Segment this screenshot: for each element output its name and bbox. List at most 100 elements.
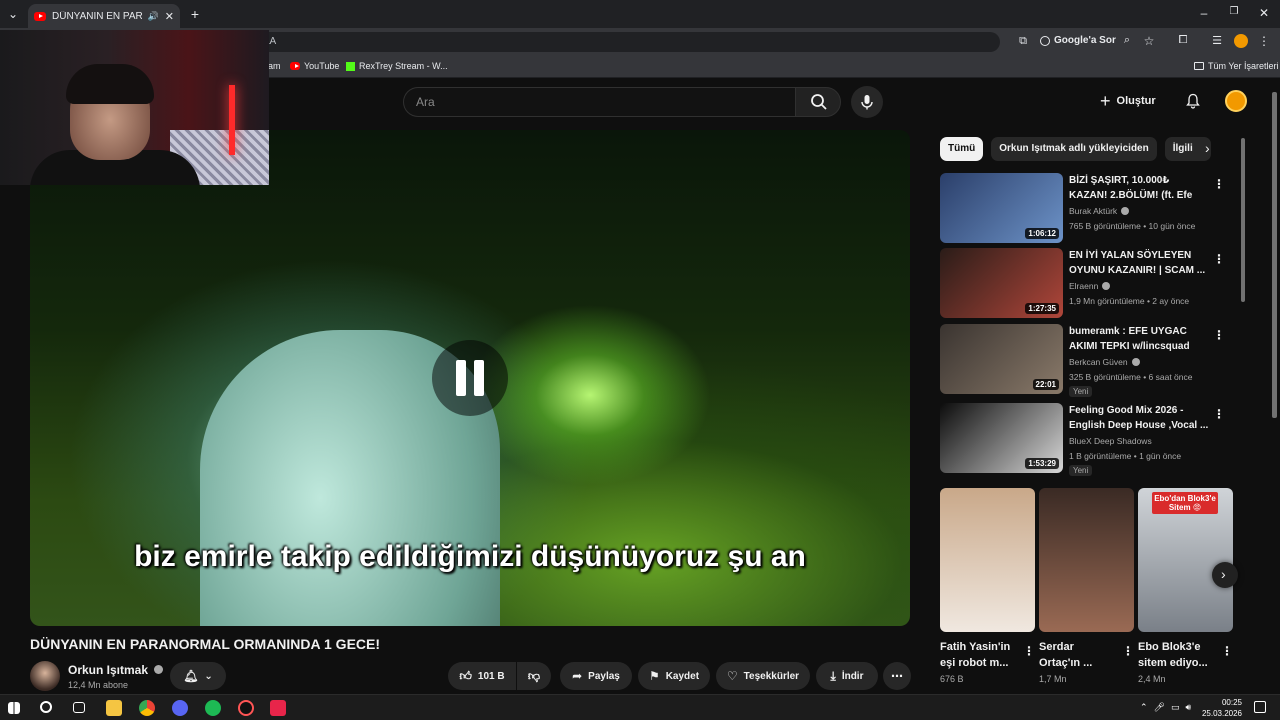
window-close-icon[interactable]: ✕ (1256, 6, 1272, 20)
channel-avatar[interactable] (30, 661, 60, 691)
short-video[interactable]: Ebo'dan Blok3'e Sitem 😡 Ebo Blok3'e sitem… (1138, 488, 1233, 684)
app-red-taskbar-icon[interactable] (270, 700, 286, 716)
windows-start-icon[interactable] (8, 702, 20, 714)
more-options-icon[interactable]: ⋮ (1122, 644, 1134, 658)
tab-close-icon[interactable]: ✕ (165, 10, 174, 23)
channel-name[interactable]: Elraenn (1069, 281, 1111, 291)
search-input[interactable]: Ara (403, 87, 795, 117)
video-meta: 1,9 Mn görüntüleme • 2 ay önce (1069, 296, 1190, 306)
shorts-next-button[interactable]: › (1212, 562, 1238, 588)
like-button[interactable]: 👍︎ 101 B (448, 662, 516, 690)
dislike-button[interactable]: 👎︎ (517, 662, 551, 690)
short-thumbnail[interactable] (1039, 488, 1134, 632)
short-video[interactable]: Fatih Yasin'in eşi robot m... 676 B ⋮ (940, 488, 1035, 684)
video-title[interactable]: bumeramk : EFE UYGAC AKIMI TEPKI w/lincs… (1069, 324, 1209, 354)
notification-center-icon[interactable] (1254, 701, 1266, 713)
bookmark-label: YouTube (304, 61, 340, 71)
new-tab-plus-icon[interactable]: + (188, 6, 202, 22)
more-options-icon[interactable]: ⋮ (1213, 407, 1225, 421)
share-button[interactable]: ➦ Paylaş (560, 662, 632, 690)
task-view-icon[interactable] (73, 702, 85, 713)
clock-date: 25.03.2026 (1201, 709, 1242, 718)
account-avatar[interactable] (1225, 90, 1247, 112)
more-options-icon[interactable]: ⋮ (1023, 644, 1035, 658)
google-ask-button[interactable]: Google'a Sor (1040, 35, 1116, 46)
create-button[interactable]: + Oluştur (1100, 88, 1174, 114)
profile-avatar-icon[interactable] (1234, 34, 1248, 48)
zoom-icon[interactable]: ⌕ (1120, 34, 1134, 47)
chip-from-uploader[interactable]: Orkun Işıtmak adlı yükleyiciden (991, 137, 1157, 161)
bookmark-item-youtube[interactable]: YouTube (290, 61, 339, 71)
video-thumbnail[interactable]: 1:06:12 (940, 173, 1063, 243)
recommended-video[interactable]: 1:06:12 BİZİ ŞAŞIRT, 10.000₺ KAZAN! 2.BÖL… (940, 173, 1230, 243)
short-views: 1,7 Mn (1039, 674, 1067, 684)
taskbar-search-icon[interactable] (40, 701, 52, 713)
subscription-notifications-button[interactable]: 🔔︎ ⌄ (170, 662, 226, 690)
chip-all[interactable]: Tümü (940, 137, 984, 161)
pause-button[interactable] (432, 340, 508, 416)
tab-audio-icon[interactable]: 🔊 (148, 11, 159, 22)
thanks-button[interactable]: ♡ Teşekkürler (716, 662, 810, 690)
discord-taskbar-icon[interactable] (172, 700, 188, 716)
video-title[interactable]: BİZİ ŞAŞIRT, 10.000₺ KAZAN! 2.BÖLÜM! (ft… (1069, 173, 1209, 203)
channel-name[interactable]: BlueX Deep Shadows (1069, 436, 1152, 446)
spotify-taskbar-icon[interactable] (205, 700, 221, 716)
page-scrollbar[interactable] (1272, 92, 1277, 418)
install-app-icon[interactable]: ⧉ (1016, 35, 1030, 48)
channel-name[interactable]: Berkcan Güven (1069, 357, 1140, 367)
file-explorer-icon[interactable] (106, 700, 122, 716)
app-taskbar-icon[interactable] (238, 700, 254, 716)
short-title[interactable]: Fatih Yasin'in eşi robot m... (940, 639, 1018, 671)
chips-next-chevron-icon[interactable]: › (1205, 140, 1210, 156)
video-thumbnail[interactable]: 1:27:35 (940, 248, 1063, 318)
video-thumbnail[interactable]: 22:01 (940, 324, 1063, 394)
more-actions-button[interactable]: ⋯ (883, 662, 911, 690)
plus-icon: + (1100, 90, 1111, 111)
recommended-video[interactable]: 1:53:29 Feeling Good Mix 2026 - English D… (940, 403, 1230, 476)
chrome-menu-icon[interactable]: ⋮ (1258, 34, 1270, 48)
video-meta: 325 B görüntüleme • 6 saat önce (1069, 372, 1193, 382)
all-bookmarks-button[interactable]: Tüm Yer İşaretleri (1194, 61, 1279, 71)
window-restore-icon[interactable]: ❐ (1226, 6, 1242, 17)
tray-icons[interactable]: ⌃🎤︎▭🔊︎ (1140, 702, 1197, 713)
channel-name[interactable]: Orkun Işıtmak (68, 663, 164, 677)
search-button[interactable] (795, 87, 841, 117)
video-title[interactable]: Feeling Good Mix 2026 - English Deep Hou… (1069, 403, 1209, 433)
download-button[interactable]: ⤓ İndir (816, 662, 878, 690)
more-options-icon[interactable]: ⋮ (1213, 252, 1225, 266)
short-thumbnail[interactable]: Ebo'dan Blok3'e Sitem 😡 (1138, 488, 1233, 632)
window-minimize-icon[interactable]: – (1196, 6, 1212, 20)
notifications-bell-icon[interactable] (1185, 93, 1201, 109)
reading-list-icon[interactable]: ☰ (1210, 34, 1224, 47)
bell-icon: 🔔︎ (183, 669, 199, 683)
bookmark-star-icon[interactable]: ☆ (1142, 34, 1156, 48)
bookmark-item-rextrey[interactable]: RexTrey Stream - W... (346, 61, 448, 71)
more-options-icon[interactable]: ⋮ (1221, 644, 1233, 658)
recommended-video[interactable]: 22:01 bumeramk : EFE UYGAC AKIMI TEPKI w/… (940, 324, 1230, 397)
short-thumbnail[interactable] (940, 488, 1035, 632)
short-title[interactable]: Serdar Ortaç'ın ... (1039, 639, 1117, 671)
recommended-video[interactable]: 1:27:35 EN İYİ YALAN SÖYLEYEN OYUNU KAZAN… (940, 248, 1230, 318)
sidebar-scrollbar[interactable] (1241, 138, 1245, 302)
video-duration: 1:06:12 (1025, 228, 1059, 239)
chip-related[interactable]: İlgili (1164, 137, 1211, 161)
clock-time: 00:25 (1221, 698, 1242, 707)
short-video[interactable]: Serdar Ortaç'ın ... 1,7 Mn ⋮ (1039, 488, 1134, 684)
browser-tab-active[interactable]: DÜNYANIN EN PARANORMAL ORMANINDA 1 GECE!… (28, 4, 180, 28)
video-meta: 765 B görüntüleme • 10 gün önce (1069, 221, 1196, 231)
voice-search-button[interactable] (851, 86, 883, 118)
folder-icon (1194, 62, 1204, 70)
short-title[interactable]: Ebo Blok3'e sitem ediyo... (1138, 639, 1216, 671)
more-options-icon[interactable]: ⋮ (1213, 177, 1225, 191)
save-button[interactable]: ⚑ Kaydet (638, 662, 710, 690)
video-title[interactable]: EN İYİ YALAN SÖYLEYEN OYUNU KAZANIR! | S… (1069, 248, 1209, 278)
channel-name-text: Orkun Işıtmak (68, 663, 149, 677)
more-options-icon[interactable]: ⋮ (1213, 328, 1225, 342)
tab-search-chevron-icon[interactable]: ⌄ (6, 7, 20, 21)
extensions-icon[interactable]: ⧠ (1176, 34, 1190, 47)
video-thumbnail[interactable]: 1:53:29 (940, 403, 1063, 473)
channel-name[interactable]: Burak Aktürk (1069, 206, 1130, 216)
bookmark-item-0[interactable]: am (268, 61, 281, 71)
chrome-taskbar-icon[interactable] (139, 700, 155, 716)
system-clock[interactable]: 00:25 25.03.2026 (1202, 697, 1242, 719)
